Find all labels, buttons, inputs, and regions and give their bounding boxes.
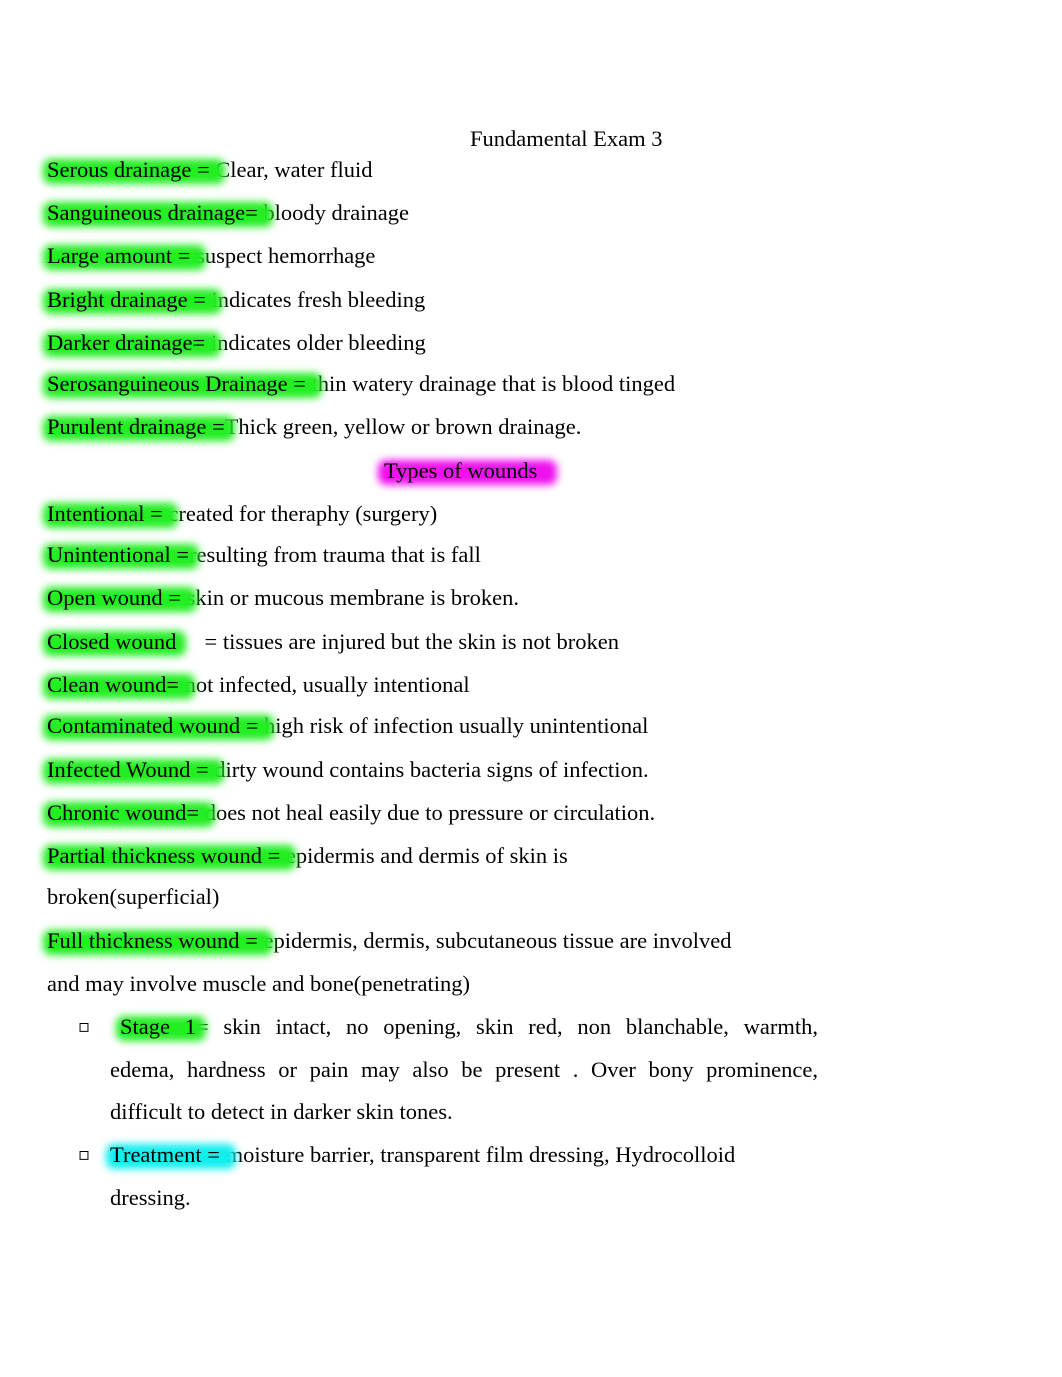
definition: created for theraphy (surgery): [168, 501, 438, 526]
definition: does not heal easily due to pressure or …: [204, 800, 656, 825]
definition: skin or mucous membrane is broken.: [186, 585, 519, 610]
term-highlight: Sanguineous drainage=: [47, 200, 264, 225]
definition: bloody drainage: [263, 200, 409, 225]
section-heading-highlight: Types of wounds: [384, 458, 538, 483]
treatment-highlight: Treatment =: [110, 1142, 226, 1167]
wound-line-full-thickness-cont: and may involve muscle and bone(penetrat…: [47, 971, 470, 996]
term-highlight: Serous drainage =: [47, 157, 216, 182]
wound-line-closed: Closed wound = tissues are injured but t…: [47, 628, 619, 656]
definition: indicates older bleeding: [210, 330, 426, 355]
wound-line-contaminated: Contaminated wound = high risk of infect…: [47, 712, 648, 740]
stage1-line-3: difficult to detect in darker skin tones…: [110, 1099, 453, 1124]
bullet-icon: ▫: [78, 1016, 91, 1037]
term-highlight: Intentional =: [47, 501, 169, 526]
definition: Clear, water fluid: [215, 157, 373, 182]
wound-line-infected: Infected Wound = dirty wound contains ba…: [47, 756, 649, 784]
wound-line-clean: Clean wound= not infected, usually inten…: [47, 671, 470, 699]
definition: epidermis, dermis, subcutaneous tissue a…: [263, 928, 732, 953]
term-highlight: Large amount =: [47, 243, 197, 268]
term-highlight: Partial thickness wound =: [47, 843, 286, 868]
term-highlight: Closed wound: [47, 629, 177, 654]
document-page: Fundamental Exam 3 Serous drainage = Cle…: [0, 0, 1062, 1377]
term-highlight: Bright drainage =: [47, 287, 212, 312]
wound-line-partial-thickness-cont: broken(superficial): [47, 884, 220, 909]
term-highlight: Clean wound=: [47, 672, 185, 697]
drainage-line-sanguineous: Sanguineous drainage= bloody drainage: [47, 199, 409, 227]
term-highlight: Stage 1: [120, 1014, 196, 1039]
definition: thin watery drainage that is blood tinge…: [311, 371, 676, 396]
wound-line-intentional: Intentional = created for theraphy (surg…: [47, 500, 437, 528]
drainage-line-darker: Darker drainage= indicates older bleedin…: [47, 329, 426, 357]
term-highlight: Infected Wound =: [47, 757, 215, 782]
term-highlight: Serosanguineous Drainage =: [47, 371, 312, 396]
definition: = tissues are injured but the skin is no…: [176, 629, 620, 654]
term-highlight: Contaminated wound =: [47, 713, 265, 738]
drainage-line-serosanguineous: Serosanguineous Drainage = thin watery d…: [47, 370, 675, 398]
term-highlight: Unintentional =: [47, 542, 190, 567]
definition: skin intact, no opening, skin red, non b…: [208, 1014, 818, 1039]
drainage-line-purulent: Purulent drainage =Thick green, yellow o…: [47, 413, 581, 441]
treatment-line-2: dressing.: [110, 1185, 191, 1210]
definition: moisture barrier, transparent film dress…: [225, 1142, 736, 1167]
wound-line-full-thickness: Full thickness wound = epidermis, dermis…: [47, 927, 731, 955]
term-highlight: Full thickness wound =: [47, 928, 264, 953]
definition: resulting from trauma that is fall: [189, 542, 481, 567]
definition: epidermis and dermis of skin is: [285, 843, 568, 868]
term-highlight: Open wound =: [47, 585, 187, 610]
wound-line-unintentional: Unintentional =resulting from trauma tha…: [47, 541, 481, 569]
drainage-line-bright: Bright drainage = indicates fresh bleedi…: [47, 286, 425, 314]
stage1-line-1: Stage 1= skin intact, no opening, skin r…: [110, 1013, 818, 1041]
treatment-line-1: Treatment = moisture barrier, transparen…: [110, 1141, 735, 1169]
term-highlight: Purulent drainage =: [47, 414, 225, 439]
wound-line-chronic: Chronic wound= does not heal easily due …: [47, 799, 655, 827]
drainage-line-serous: Serous drainage = Clear, water fluid: [47, 156, 372, 184]
definition: suspect hemorrhage: [196, 243, 376, 268]
drainage-line-large-amount: Large amount = suspect hemorrhage: [47, 242, 375, 270]
document-title: Fundamental Exam 3: [470, 126, 663, 151]
definition: not infected, usually intentional: [184, 672, 470, 697]
wound-line-open: Open wound = skin or mucous membrane is …: [47, 584, 519, 612]
wound-line-partial-thickness: Partial thickness wound = epidermis and …: [47, 842, 568, 870]
definition: dirty wound contains bacteria signs of i…: [214, 757, 649, 782]
section-heading: Types of wounds: [384, 457, 537, 485]
stage1-line-2: edema, hardness or pain may also be pres…: [110, 1057, 818, 1082]
term-highlight: Darker drainage=: [47, 330, 211, 355]
bullet-icon: ▫: [78, 1144, 91, 1165]
term-highlight: Chronic wound=: [47, 800, 205, 825]
definition: indicates fresh bleeding: [211, 287, 426, 312]
definition: Thick green, yellow or brown drainage.: [224, 414, 582, 439]
definition: high risk of infection usually unintenti…: [264, 713, 649, 738]
